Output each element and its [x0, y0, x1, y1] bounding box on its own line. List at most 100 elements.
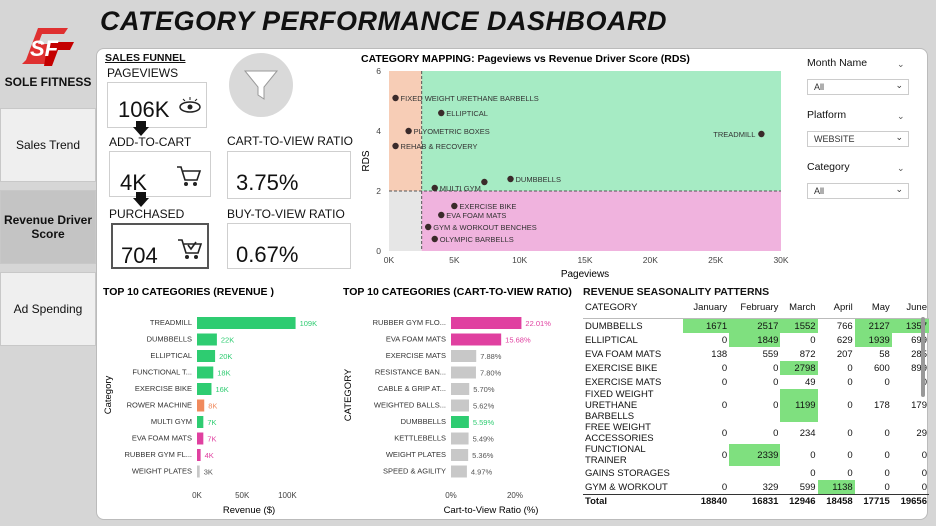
category-label: ELLIPTICAL	[150, 351, 192, 360]
slicer-dropdown-1[interactable]: WEBSITE ⌄	[807, 131, 909, 147]
category-label: WEIGHT PLATES	[386, 450, 446, 459]
category-label: SPEED & AGILITY	[383, 467, 446, 476]
value-cell: 49	[804, 376, 816, 388]
chevron-down-icon[interactable]: ⌄	[897, 111, 905, 122]
y-tick-label: 2	[376, 186, 381, 196]
bar	[451, 350, 477, 362]
value-cell: 207	[836, 348, 853, 360]
scatter-point	[425, 223, 432, 231]
value-cell: 0	[773, 427, 779, 439]
category-label: EVA FOAM MATS	[132, 434, 192, 443]
category-cell: GAINS STORAGES	[585, 467, 670, 479]
value-cell: 0	[921, 467, 927, 479]
category-label: ROWER MACHINE	[127, 401, 192, 410]
x-axis-label: Cart-to-View Ratio (%)	[444, 505, 539, 516]
cart-to-view-value: 3.75%	[236, 170, 299, 195]
scatter-point	[758, 130, 765, 138]
table-header: CATEGORY January February March April May June	[583, 297, 929, 319]
column-header[interactable]: February	[729, 297, 781, 319]
value-cell: 1138	[817, 480, 855, 494]
value-cell: 1939	[854, 333, 892, 347]
total-cell: 18840	[683, 494, 730, 508]
bar	[197, 399, 205, 412]
nav-revenue-driver-score[interactable]: Revenue Driver Score	[0, 190, 96, 264]
data-label: 22.01%	[525, 319, 551, 328]
nav-ad-spending[interactable]: Ad Spending	[0, 272, 96, 346]
value-cell: 2127	[854, 319, 892, 333]
data-label: 7.88%	[480, 352, 502, 361]
data-label: 3K	[204, 468, 213, 477]
category-label: MULTI GYM	[151, 417, 192, 426]
category-label: RUBBER GYM FLO...	[373, 318, 446, 327]
value-cell: 0	[884, 376, 890, 388]
category-label: RESISTANCE BAN...	[375, 368, 446, 377]
value-cell: 0	[847, 449, 853, 461]
y-tick-label: 0	[376, 246, 381, 256]
point-label: GYM & WORKOUT BENCHES	[433, 223, 537, 232]
slicer-dropdown-0[interactable]: All ⌄	[807, 79, 909, 95]
value-cell: 0	[721, 376, 728, 388]
value-cell	[683, 466, 729, 480]
bar	[451, 399, 469, 412]
category-mapping-chart: CATEGORY MAPPING: Pageviews vs Revenue D…	[361, 53, 789, 280]
column-header[interactable]: May	[854, 297, 892, 319]
nav-sales-trend[interactable]: Sales Trend	[0, 108, 96, 182]
data-label: 18K	[217, 369, 230, 378]
category-label: EVA FOAM MATS	[386, 335, 446, 344]
bar-chart-title: TOP 10 CATEGORIES (CART-TO-VIEW RATIO)	[343, 286, 572, 298]
value-cell: 2517	[729, 319, 781, 333]
value-cell: 0	[810, 449, 816, 461]
category-cell: FUNCTIONAL TRAINER	[585, 444, 646, 466]
value-cell: 0	[921, 449, 927, 461]
x-axis-label: Pageviews	[561, 269, 609, 280]
scatter-point	[451, 202, 458, 210]
x-tick-label: 0K	[192, 491, 202, 500]
category-label: WEIGHT PLATES	[132, 467, 192, 476]
scatter-point	[438, 109, 445, 117]
chevron-down-icon: ⌄	[895, 80, 903, 90]
sidebar: SF SOLE FITNESS Sales Trend Revenue Driv…	[0, 0, 96, 526]
point-label: ELLIPTICAL	[446, 109, 488, 118]
value-cell: 29	[916, 427, 927, 439]
table-scrollbar[interactable]	[921, 317, 925, 397]
column-header[interactable]: March	[780, 297, 818, 319]
data-label: 4.97%	[471, 468, 493, 477]
category-label: RUBBER GYM FL...	[124, 450, 192, 459]
y-axis-label: CATEGORY	[343, 368, 354, 421]
category-label: FUNCTIONAL T...	[132, 368, 192, 377]
eye-icon	[179, 97, 201, 113]
slicer-dropdown-2[interactable]: All ⌄	[807, 183, 909, 199]
total-cell: 12946	[780, 494, 818, 508]
value-cell: 2798	[780, 361, 818, 375]
add-to-cart-label: ADD-TO-CART	[109, 135, 192, 149]
chevron-down-icon[interactable]: ⌄	[897, 59, 905, 70]
bar	[197, 465, 200, 478]
x-tick-label: 20K	[643, 255, 658, 265]
data-label: 5.59%	[473, 418, 495, 427]
x-tick-label: 15K	[577, 255, 592, 265]
category-label: DUMBBELLS	[147, 335, 192, 344]
column-header[interactable]: April	[817, 297, 855, 319]
total-label: Total	[583, 494, 683, 508]
point-label: PLYOMETRIC BOXES	[414, 127, 490, 136]
category-label: CABLE & GRIP AT...	[378, 384, 446, 393]
cart-to-view-label: CART-TO-VIEW RATIO	[227, 134, 354, 148]
data-label: 5.49%	[473, 435, 495, 444]
slicer-label-2: Category	[807, 161, 850, 173]
column-header[interactable]: January	[683, 297, 730, 319]
value-cell: 0	[847, 376, 853, 388]
column-header[interactable]: June	[891, 297, 929, 319]
point-label: OLYMPIC BARBELLS	[440, 235, 514, 244]
point-label: TREADMILL	[713, 130, 755, 139]
bar	[197, 416, 204, 428]
data-label: 5.62%	[473, 402, 495, 411]
table-row: GYM & WORKOUT 0 329 599 1138 0 0	[583, 480, 929, 494]
page-title: CATEGORY PERFORMANCE DASHBOARD	[100, 6, 668, 36]
chevron-down-icon[interactable]: ⌄	[897, 163, 905, 174]
value-cell: 0	[884, 449, 890, 461]
value-cell: 0	[721, 481, 728, 493]
value-cell: 0	[847, 362, 853, 374]
bar	[451, 465, 467, 478]
column-header[interactable]: CATEGORY	[583, 297, 683, 319]
category-cell: DUMBBELLS	[585, 320, 643, 332]
